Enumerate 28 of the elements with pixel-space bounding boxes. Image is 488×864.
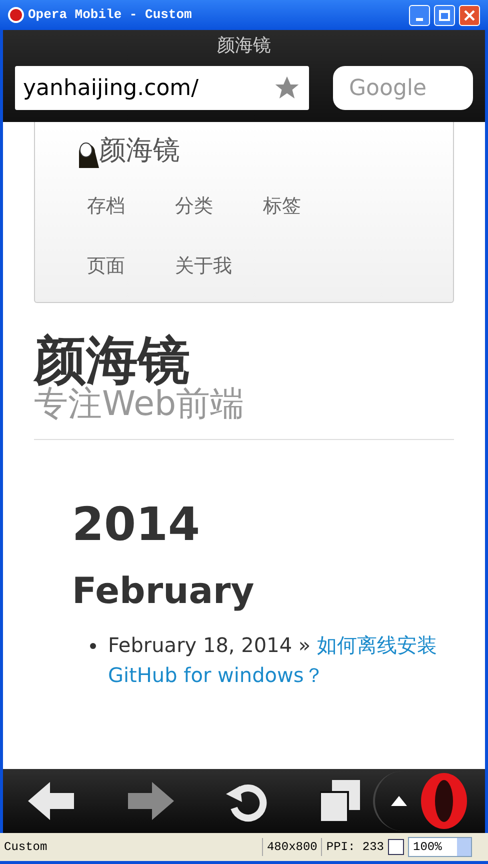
year-heading: 2014: [72, 498, 202, 550]
maximize-button[interactable]: [434, 4, 455, 26]
minimize-button[interactable]: [409, 4, 430, 26]
brand-name[interactable]: 颜海镜: [99, 134, 180, 168]
nav-link[interactable]: 分类: [175, 192, 263, 220]
caret-icon: [391, 796, 407, 806]
search-field[interactable]: Google: [333, 66, 473, 110]
close-button[interactable]: [459, 4, 480, 26]
nav-link[interactable]: 存档: [87, 192, 175, 220]
post-entry[interactable]: February 18, 2014 » 如何离线安装GitHub for windows？: [108, 630, 438, 690]
site-subtitle: 专注Web前端: [34, 385, 246, 423]
back-icon[interactable]: [28, 782, 76, 820]
close-icon: [464, 10, 475, 20]
nav-link[interactable]: 标签: [263, 192, 351, 220]
nav-link[interactable]: 页面: [87, 252, 175, 280]
status-profile: Custom: [4, 839, 48, 856]
tabs-icon[interactable]: [320, 780, 360, 822]
logo-icon: [419, 772, 469, 830]
zoom-select[interactable]: 100%: [408, 837, 472, 857]
page-title: 颜海镜: [217, 34, 271, 58]
forward-icon[interactable]: [126, 782, 174, 820]
window-title: Opera Mobile - Custom: [28, 6, 192, 24]
app-icon: [8, 7, 24, 23]
address-field[interactable]: yanhaijing.com/: [15, 66, 309, 110]
month-heading: February: [72, 570, 256, 614]
status-resolution: 480x800: [262, 838, 322, 856]
list-bullet: [90, 643, 96, 649]
nav-link[interactable]: 关于我: [175, 252, 263, 280]
